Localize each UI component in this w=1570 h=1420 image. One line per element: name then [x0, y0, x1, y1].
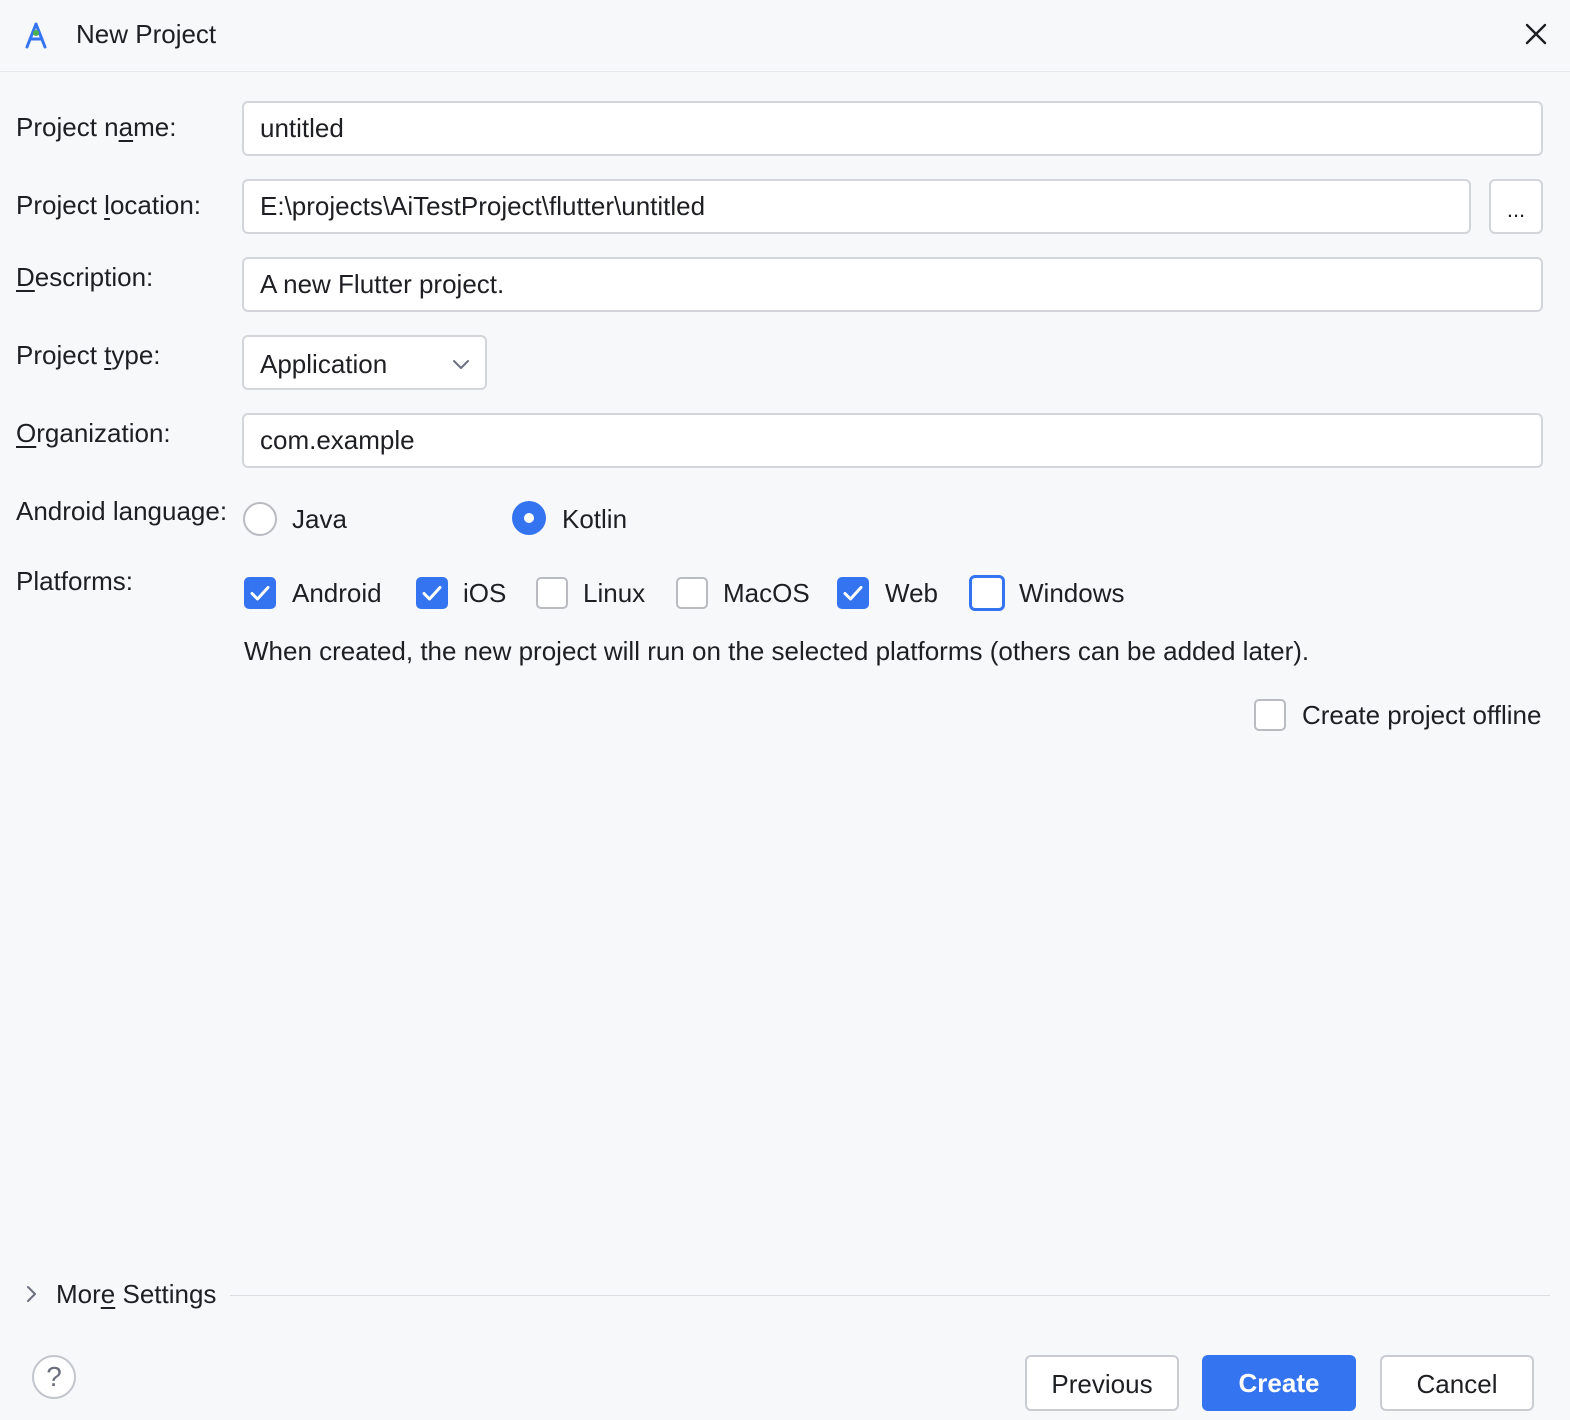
ios-checkbox[interactable]	[416, 577, 448, 609]
project-location-input[interactable]	[242, 179, 1471, 234]
project-type-label: Project type:	[16, 340, 161, 370]
dialog-title-bar: New Project	[0, 0, 1570, 72]
android-language-label: Android language:	[16, 496, 228, 526]
description-label: Description:	[16, 262, 154, 292]
chevron-down-icon	[453, 360, 469, 369]
project-name-input[interactable]	[242, 101, 1543, 156]
description-input[interactable]	[242, 257, 1543, 312]
project-type-value: Application	[260, 349, 388, 379]
android-checkbox[interactable]	[244, 577, 276, 609]
kotlin-radio-label[interactable]: Kotlin	[562, 502, 627, 536]
android-studio-icon	[25, 22, 47, 49]
previous-button[interactable]: Previous	[1025, 1355, 1179, 1411]
help-button[interactable]: ?	[32, 1355, 76, 1399]
platforms-hint: When created, the new project will run o…	[244, 636, 1310, 666]
linux-checkbox-label[interactable]: Linux	[583, 576, 645, 610]
more-settings-divider	[230, 1295, 1550, 1296]
checkmark-icon	[422, 586, 442, 601]
project-name-label: Project name:	[16, 112, 177, 142]
android-checkbox-label[interactable]: Android	[292, 576, 382, 610]
project-type-dropdown[interactable]: Application	[242, 335, 487, 390]
checkmark-icon	[250, 586, 270, 601]
web-checkbox[interactable]	[837, 577, 869, 609]
chevron-right-icon	[27, 1286, 36, 1302]
kotlin-radio[interactable]	[512, 501, 546, 535]
ios-checkbox-label[interactable]: iOS	[463, 576, 506, 610]
java-radio[interactable]	[243, 502, 277, 536]
more-settings-label: More Settings	[56, 1279, 217, 1309]
close-icon[interactable]	[1518, 16, 1554, 52]
linux-checkbox[interactable]	[536, 577, 568, 609]
more-settings-toggle[interactable]: More Settings	[20, 1277, 1550, 1313]
organization-input[interactable]	[242, 413, 1543, 468]
platforms-label: Platforms:	[16, 566, 134, 596]
browse-location-button[interactable]: ...	[1489, 179, 1543, 234]
java-radio-label[interactable]: Java	[292, 502, 347, 536]
create-offline-checkbox[interactable]	[1254, 699, 1286, 731]
project-location-label: Project location:	[16, 190, 202, 220]
create-offline-label[interactable]: Create project offline	[1302, 698, 1541, 732]
web-checkbox-label[interactable]: Web	[885, 576, 938, 610]
macos-checkbox-label[interactable]: MacOS	[723, 576, 810, 610]
windows-checkbox-label[interactable]: Windows	[1019, 576, 1124, 610]
checkmark-icon	[843, 586, 863, 601]
dialog-title: New Project	[76, 19, 217, 49]
cancel-button[interactable]: Cancel	[1380, 1355, 1534, 1411]
macos-checkbox[interactable]	[676, 577, 708, 609]
organization-label: Organization:	[16, 418, 171, 448]
windows-checkbox[interactable]	[969, 575, 1005, 611]
create-button[interactable]: Create	[1202, 1355, 1356, 1411]
